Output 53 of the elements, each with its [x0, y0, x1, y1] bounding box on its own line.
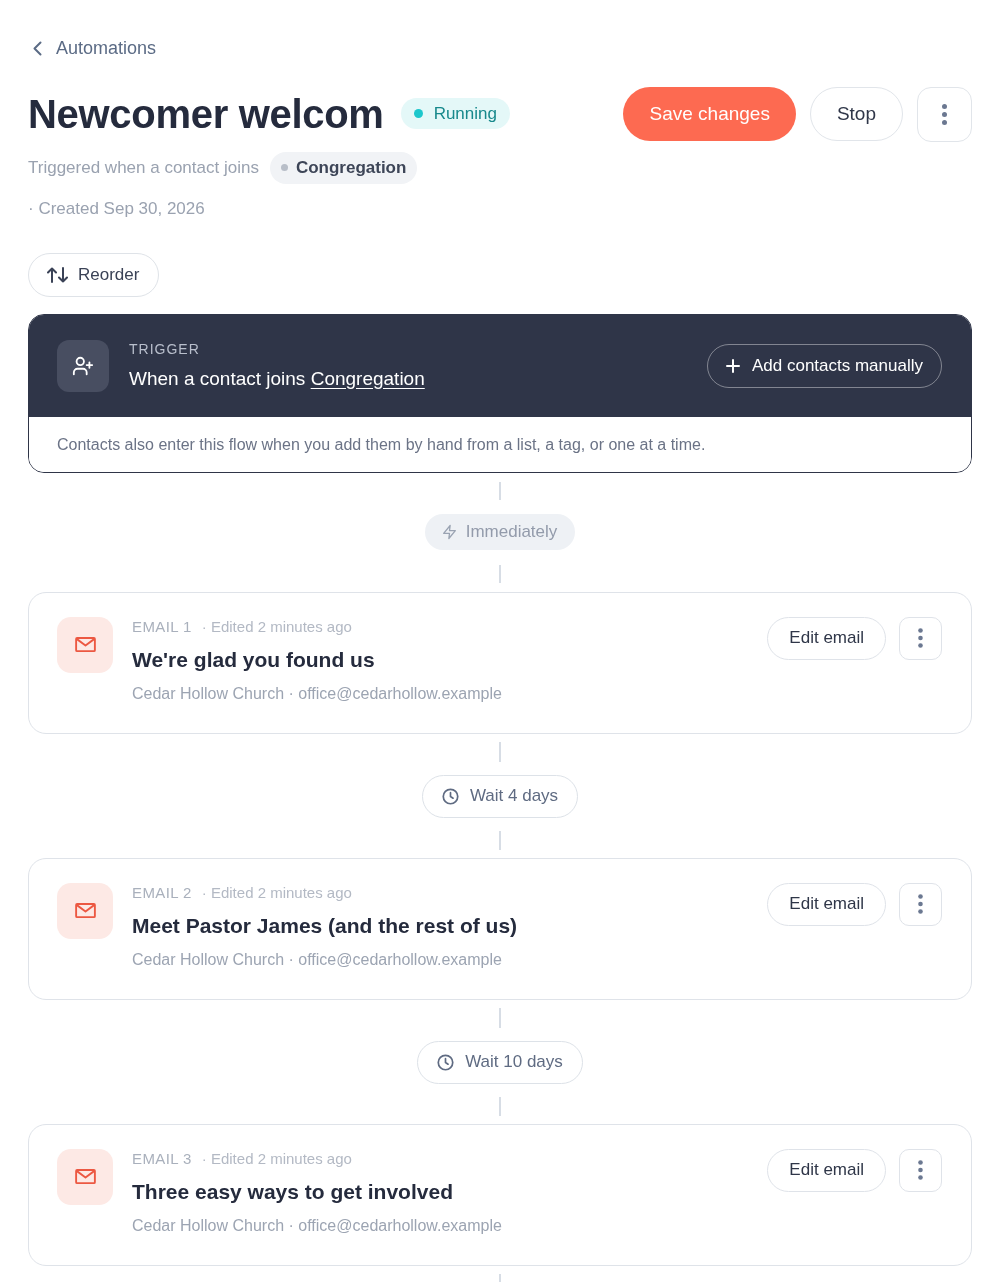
envelope-icon: [57, 616, 113, 673]
wait-button[interactable]: Wait 4 days: [421, 774, 579, 818]
step-label: EMAIL 1: [132, 616, 192, 637]
plus-icon: [725, 358, 740, 373]
trigger-label: TRIGGER: [129, 339, 201, 358]
chevron-left-icon: [33, 40, 42, 56]
more-button[interactable]: [899, 1148, 942, 1192]
envelope-icon: [57, 882, 113, 939]
connector-line: [499, 564, 501, 583]
connector-line: [499, 830, 501, 850]
edited-time: · Edited 2 minutes ago: [201, 616, 352, 637]
step-label: EMAIL 2: [132, 882, 192, 903]
more-icon: [942, 103, 947, 125]
clock-icon: [441, 787, 459, 805]
segment-name: Congregation: [295, 156, 407, 179]
connector-line: [499, 1096, 501, 1116]
more-button[interactable]: [917, 86, 972, 142]
more-button[interactable]: [899, 616, 942, 660]
bolt-icon: [442, 523, 456, 540]
back-link[interactable]: Automations: [33, 36, 157, 60]
email-subject: Meet Pastor James (and the rest of us): [132, 912, 519, 939]
step-label: EMAIL 3: [132, 1148, 192, 1169]
edited-time: · Edited 2 minutes ago: [201, 882, 352, 903]
segment-link[interactable]: Congregation: [310, 367, 425, 389]
connector-line: [499, 481, 501, 500]
more-button[interactable]: [899, 882, 942, 926]
user-plus-icon: [57, 339, 109, 392]
trigger-description: When a contact joins Congregation: [129, 366, 425, 391]
more-icon: [918, 894, 923, 914]
created-date: · Created Sep 30, 2026: [28, 197, 206, 220]
envelope-icon: [57, 1148, 113, 1205]
email-subject: Three easy ways to get involved: [132, 1178, 454, 1205]
email-sender: Cedar Hollow Church · office@cedarhollow.example: [132, 1215, 503, 1236]
trigger-summary: Triggered when a contact joins: [28, 156, 259, 179]
wait-button[interactable]: Wait 10 days: [417, 1040, 583, 1084]
more-icon: [918, 1160, 923, 1180]
edit-email-button[interactable]: Edit email: [767, 1148, 886, 1192]
page-title: Newcomer welcom: [28, 90, 384, 138]
edit-email-button[interactable]: Edit email: [767, 882, 886, 926]
delay-label: Immediately: [465, 520, 558, 543]
connector-line: [499, 1007, 501, 1028]
more-icon: [918, 628, 923, 648]
email-sender: Cedar Hollow Church · office@cedarhollow.example: [132, 949, 503, 970]
email-sender: Cedar Hollow Church · office@cedarhollow.example: [132, 683, 503, 704]
email-subject: We're glad you found us: [132, 646, 376, 673]
edited-time: · Edited 2 minutes ago: [201, 1148, 352, 1169]
clock-icon: [437, 1053, 455, 1071]
sort-arrows-icon: [47, 266, 68, 283]
status-label: Running: [433, 102, 497, 125]
connector-line: [499, 741, 501, 762]
edit-email-button[interactable]: Edit email: [767, 616, 886, 660]
reorder-button[interactable]: Reorder: [28, 252, 160, 297]
stop-button[interactable]: Stop: [809, 87, 903, 141]
